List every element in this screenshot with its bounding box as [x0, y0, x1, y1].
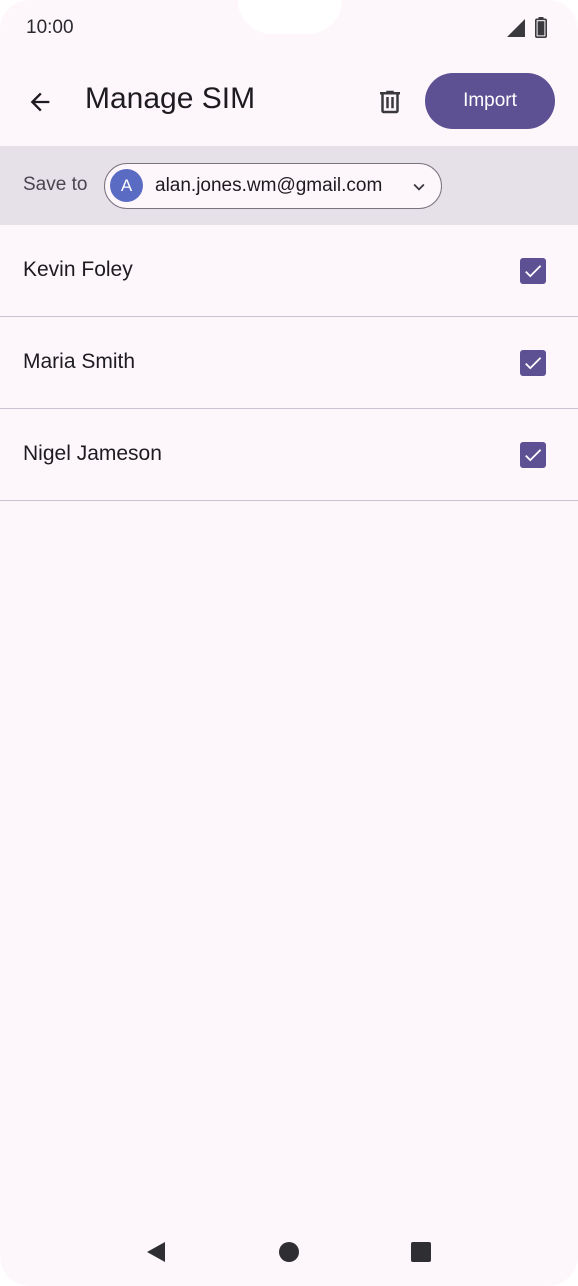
contact-row[interactable]: Nigel Jameson — [0, 409, 578, 501]
trash-icon — [380, 90, 400, 114]
contact-row[interactable]: Maria Smith — [0, 317, 578, 409]
signal-icon — [507, 19, 525, 37]
battery-icon — [535, 17, 547, 38]
phone-screen: 10:00 Manage SIM Import Save to A alan.j… — [0, 0, 578, 1286]
status-bar: 10:00 — [0, 0, 578, 56]
contact-name: Maria Smith — [23, 350, 136, 373]
save-to-bar: Save to A alan.jones.wm@gmail.com — [0, 146, 578, 225]
account-selector[interactable]: A alan.jones.wm@gmail.com — [104, 163, 442, 209]
contact-name: Kevin Foley — [23, 258, 133, 281]
chevron-down-icon — [413, 183, 425, 191]
contact-row[interactable]: Kevin Foley — [0, 225, 578, 317]
arrow-back-icon — [30, 92, 50, 112]
page-title: Manage SIM — [85, 82, 256, 115]
back-button[interactable] — [18, 80, 62, 124]
delete-button[interactable] — [368, 80, 412, 124]
contact-checkbox[interactable] — [520, 442, 546, 468]
account-avatar: A — [110, 169, 143, 202]
nav-back-icon[interactable] — [145, 1240, 169, 1264]
nav-home-icon[interactable] — [279, 1242, 299, 1262]
contact-checkbox[interactable] — [520, 258, 546, 284]
system-nav-bar — [0, 1222, 578, 1282]
account-email: alan.jones.wm@gmail.com — [155, 175, 383, 196]
contact-list: Kevin Foley Maria Smith Nigel Jameson — [0, 225, 578, 501]
contact-name: Nigel Jameson — [23, 442, 162, 465]
import-button[interactable]: Import — [425, 73, 555, 129]
save-to-label: Save to — [23, 174, 88, 195]
status-time: 10:00 — [26, 17, 74, 38]
check-icon — [525, 357, 542, 370]
check-icon — [525, 265, 542, 278]
check-icon — [525, 449, 542, 462]
top-app-bar: Manage SIM Import — [0, 60, 578, 144]
nav-recents-icon[interactable] — [411, 1242, 431, 1262]
contact-checkbox[interactable] — [520, 350, 546, 376]
